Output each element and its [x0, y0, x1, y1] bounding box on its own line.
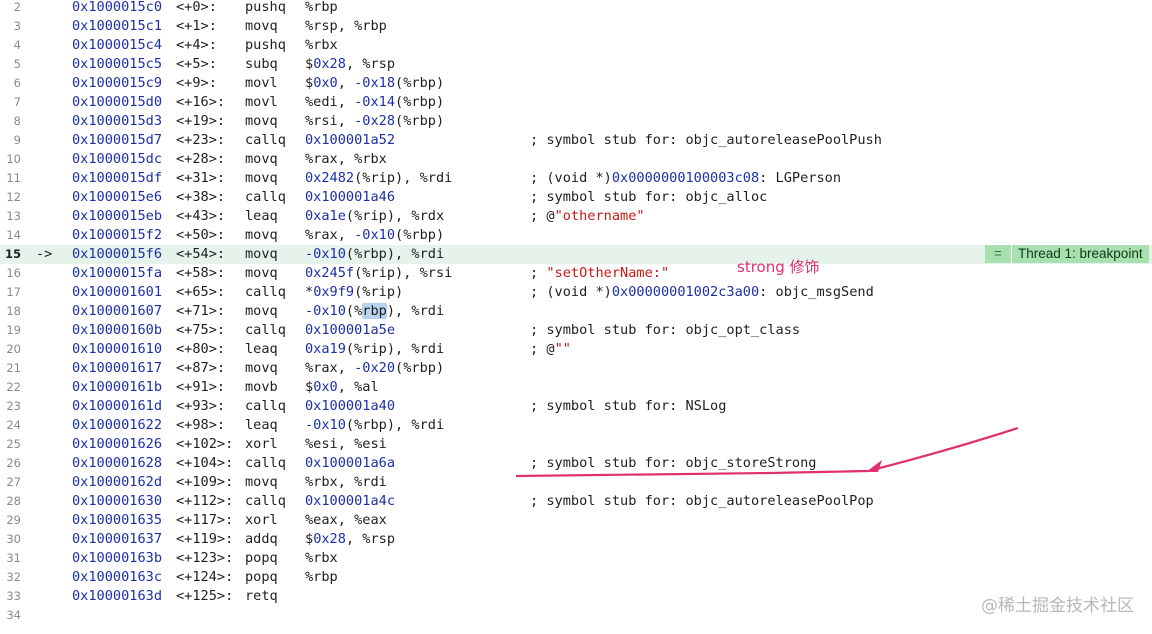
annotation-arrow	[515, 426, 1019, 478]
annotation-underline	[515, 469, 869, 478]
arrowhead-icon	[866, 460, 882, 472]
annotation-arrow-shaft	[871, 426, 1019, 472]
watermark: @稀土掘金技术社区	[981, 596, 1134, 616]
